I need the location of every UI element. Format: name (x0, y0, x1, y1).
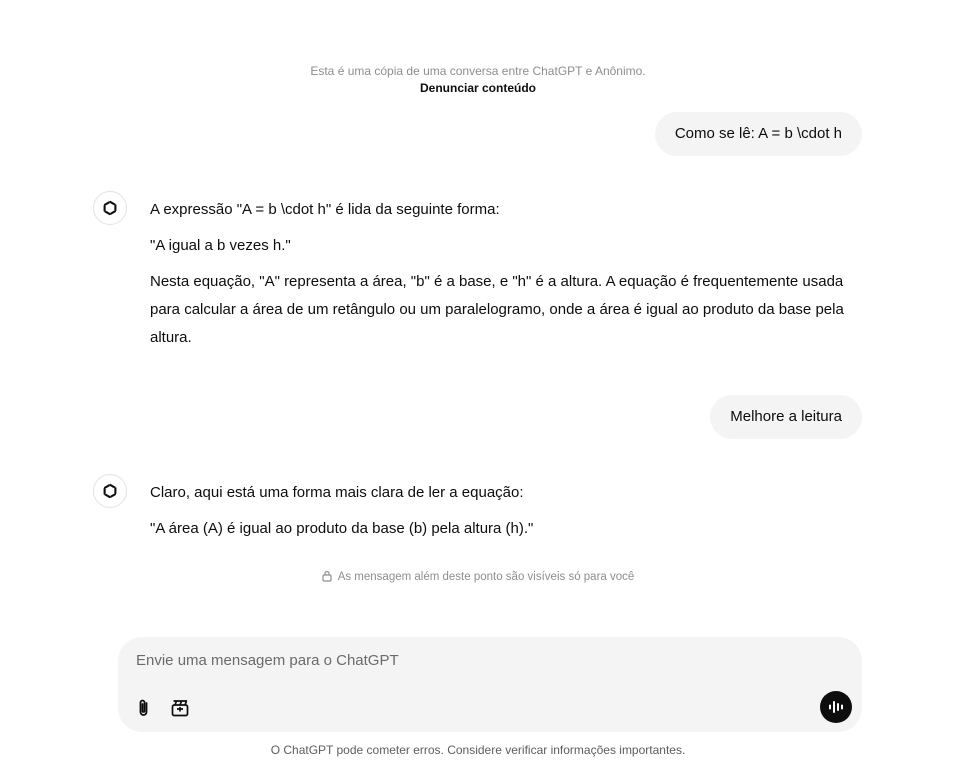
lock-icon (322, 570, 332, 587)
assistant-paragraph: "A área (A) é igual ao produto da base (… (150, 520, 534, 537)
assistant-paragraph: Nesta equação, "A" representa a área, "b… (150, 273, 844, 346)
visibility-notice-text: As mensagem além deste ponto são visívei… (337, 571, 635, 583)
visibility-notice: As mensagem além deste ponto são visívei… (0, 569, 956, 587)
report-content-link[interactable]: Denunciar conteúdo (420, 80, 536, 96)
assistant-message: A expressão "A = b \cdot h" é lida da se… (150, 196, 866, 360)
voice-mode-icon[interactable] (820, 691, 852, 723)
assistant-paragraph: "A igual a b vezes h." (150, 237, 291, 254)
share-notice-text: Esta é uma cópia de uma conversa entre C… (310, 64, 646, 78)
tools-icon[interactable] (166, 694, 194, 722)
share-notice: Esta é uma cópia de uma conversa entre C… (0, 63, 956, 97)
disclaimer-text: O ChatGPT pode cometer erros. Considere … (270, 743, 686, 757)
user-message: Melhore a leitura (710, 395, 862, 439)
assistant-message: Claro, aqui está uma forma mais clara de… (150, 479, 866, 551)
conversation-page: Esta é uma cópia de uma conversa entre C… (0, 0, 956, 765)
paperclip-icon[interactable] (130, 694, 158, 722)
message-input[interactable] (136, 651, 736, 671)
assistant-paragraph: Claro, aqui está uma forma mais clara de… (150, 484, 524, 501)
user-message: Como se lê: A = b \cdot h (654, 112, 862, 156)
chatgpt-logo-icon (93, 474, 127, 508)
assistant-paragraph: A expressão "A = b \cdot h" é lida da se… (150, 201, 500, 218)
chatgpt-logo-icon (93, 191, 127, 225)
message-composer (118, 637, 862, 732)
